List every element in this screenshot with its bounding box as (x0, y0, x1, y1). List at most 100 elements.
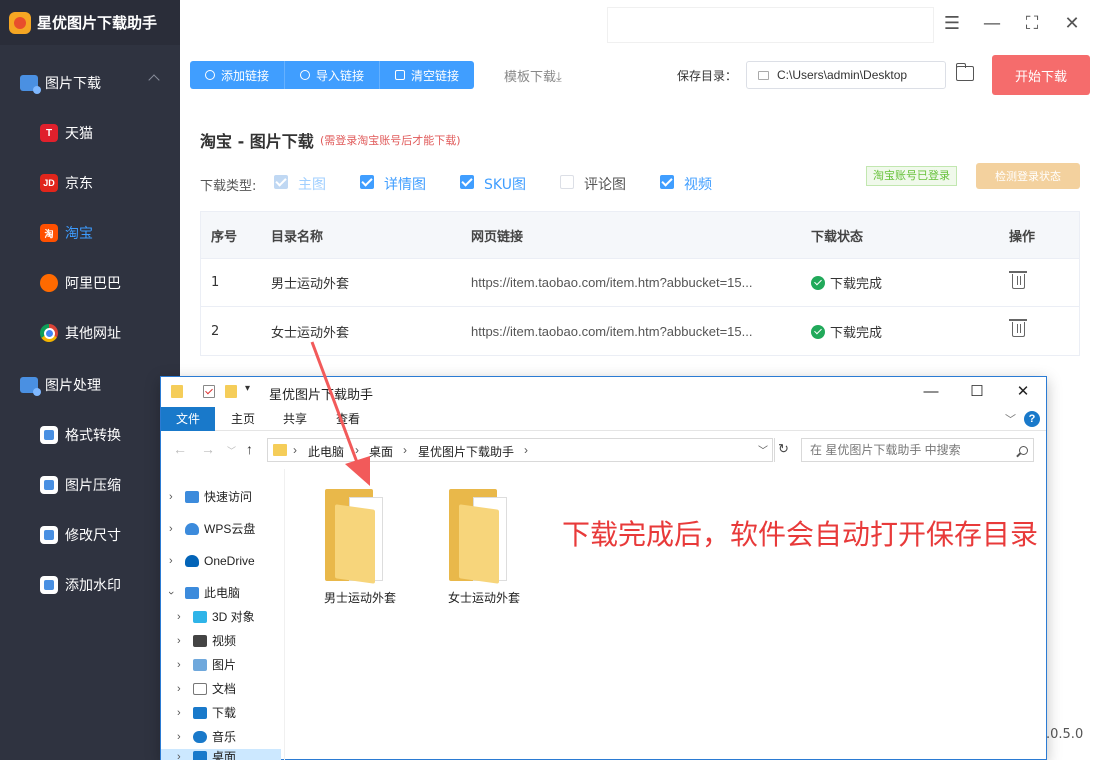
folder-outline-icon (758, 71, 769, 80)
expand-icon[interactable]: › (169, 517, 173, 541)
nav-onedrive[interactable]: › OneDrive (169, 549, 255, 573)
folder-icon (171, 385, 183, 398)
expand-icon[interactable]: › (177, 605, 181, 629)
sidebar-item-watermark[interactable]: 添加水印 (0, 560, 180, 610)
checkbox-sku-image-label: SKU图 (484, 177, 526, 193)
breadcrumb-this-pc[interactable]: 此电脑 (308, 443, 344, 460)
start-download-button[interactable]: 开始下载 (992, 55, 1090, 95)
breadcrumb-desktop[interactable]: 桌面 (369, 443, 393, 460)
forward-arrow-icon[interactable]: → (201, 441, 215, 457)
settings-icon[interactable]: ☰ (941, 12, 963, 34)
sidebar-item-jd[interactable]: JD 京东 (0, 158, 180, 208)
tab-file[interactable]: 文件 (161, 407, 216, 431)
nav-downloads[interactable]: › 下载 (177, 701, 236, 725)
breadcrumb-current-folder[interactable]: 星优图片下载助手 (418, 443, 514, 460)
search-icon (1019, 446, 1028, 455)
customize-quick-access-icon[interactable]: ▾ (245, 383, 250, 394)
sidebar-item-taobao[interactable]: 淘 淘宝 (0, 208, 180, 258)
back-arrow-icon[interactable]: ← (173, 441, 187, 457)
expand-icon[interactable]: › (177, 629, 181, 653)
download-arrow-icon (193, 707, 207, 719)
new-folder-icon[interactable] (225, 385, 237, 398)
folder-icon (449, 489, 519, 584)
address-dropdown-icon[interactable]: ﹀ (758, 442, 768, 457)
nav-3d-objects[interactable]: › 3D 对象 (177, 605, 255, 629)
explorer-search-input[interactable]: 在 星优图片下载助手 中搜索 (801, 438, 1034, 462)
nav-this-pc[interactable]: › 此电脑 (165, 581, 241, 605)
header-name: 目录名称 (271, 229, 324, 245)
recent-locations-icon[interactable]: ﹀ (227, 444, 236, 457)
tab-home[interactable]: 主页 (216, 407, 270, 431)
cloud-upload-icon (300, 70, 311, 80)
nav-videos[interactable]: › 视频 (177, 629, 236, 653)
clear-link-button[interactable]: 清空链接 (380, 61, 475, 89)
open-folder-icon[interactable] (955, 63, 974, 81)
sidebar-item-tmall[interactable]: T 天猫 (0, 108, 180, 158)
checkbox-sku-image[interactable] (460, 175, 474, 189)
collapse-icon[interactable]: › (159, 591, 183, 595)
sidebar-group-label: 图片下载 (45, 76, 101, 92)
login-required-note: (需登录淘宝账号后才能下载) (320, 134, 461, 147)
nav-label: 图片 (212, 658, 237, 672)
folder-item-womens-jacket[interactable]: 女士运动外套 (439, 489, 529, 606)
template-download-link[interactable]: 模板下载⤓ (504, 66, 562, 85)
nav-desktop[interactable]: › 桌面 (177, 745, 236, 760)
maximize-button[interactable]: ⛶ (1021, 12, 1043, 34)
sidebar-item-format-convert[interactable]: 格式转换 (0, 410, 180, 460)
taobao-icon: 淘 (40, 224, 58, 242)
nav-label: 此电脑 (204, 586, 241, 600)
sidebar-item-alibaba[interactable]: 阿里巴巴 (0, 258, 180, 308)
header-url: 网页链接 (471, 228, 524, 244)
sidebar-item-label: 图片压缩 (65, 478, 121, 494)
sidebar-item-other-sites[interactable]: 其他网址 (0, 308, 180, 358)
close-button[interactable]: ✕ (1061, 12, 1083, 34)
onedrive-icon (185, 555, 199, 567)
tab-view[interactable]: 查看 (321, 407, 375, 431)
expand-icon[interactable]: › (177, 653, 181, 677)
explorer-ribbon: 文件 主页 共享 查看 ﹀ ? (161, 407, 1046, 431)
delete-row-icon[interactable] (1009, 271, 1027, 289)
sidebar-item-label: 天猫 (65, 126, 93, 142)
properties-icon[interactable] (203, 385, 215, 398)
save-dir-input[interactable]: C:\Users\admin\Desktop (746, 61, 946, 89)
nav-quick-access[interactable]: › 快速访问 (169, 485, 252, 509)
ribbon-expand-icon[interactable]: ﹀ (1005, 411, 1016, 427)
sidebar-item-resize[interactable]: 修改尺寸 (0, 510, 180, 560)
expand-icon[interactable]: › (177, 745, 181, 760)
checkbox-video[interactable] (660, 175, 674, 189)
row-status: 下载完成 (811, 322, 882, 341)
help-icon[interactable]: ? (1024, 411, 1040, 427)
sidebar-group-image-download[interactable]: 图片下载 (0, 58, 180, 108)
table-row: 2 女士运动外套 https://item.taobao.com/item.ht… (201, 307, 1079, 355)
refresh-icon[interactable]: ↻ (774, 438, 792, 462)
expand-icon[interactable]: › (169, 549, 173, 573)
explorer-maximize-button[interactable]: ☐ (966, 381, 988, 401)
up-arrow-icon[interactable]: ↑ (246, 441, 253, 457)
explorer-title: 星优图片下载助手 (269, 387, 374, 402)
folder-item-mens-jacket[interactable]: 男士运动外套 (315, 489, 405, 606)
nav-wps-cloud[interactable]: › WPS云盘 (169, 517, 255, 541)
expand-icon[interactable]: › (169, 485, 173, 509)
checkbox-main-image[interactable] (274, 175, 288, 189)
sidebar-item-compress[interactable]: 图片压缩 (0, 460, 180, 510)
nav-documents[interactable]: › 文档 (177, 677, 236, 701)
check-login-button[interactable]: 检测登录状态 (976, 163, 1080, 189)
expand-icon[interactable]: › (177, 701, 181, 725)
folder-icon (325, 489, 395, 584)
checkbox-detail-image[interactable] (360, 175, 374, 189)
address-bar[interactable]: › 此电脑 › 桌面 › 星优图片下载助手 › ﹀ ↻ (267, 438, 789, 462)
add-link-button[interactable]: 添加链接 (190, 61, 286, 89)
sidebar-group-image-processing[interactable]: 图片处理 (0, 360, 180, 410)
checkbox-review-image[interactable] (560, 175, 574, 189)
page-title: 淘宝 - 图片下载 (200, 132, 314, 151)
checkbox-main-image-label: 主图 (298, 177, 326, 193)
delete-row-icon[interactable] (1009, 319, 1027, 337)
nav-pictures[interactable]: › 图片 (177, 653, 237, 677)
explorer-close-button[interactable]: ✕ (1012, 381, 1034, 401)
minimize-button[interactable]: — (981, 12, 1003, 34)
expand-icon[interactable]: › (177, 677, 181, 701)
tab-share[interactable]: 共享 (268, 407, 322, 431)
import-link-button[interactable]: 导入链接 (285, 61, 381, 89)
explorer-minimize-button[interactable]: — (920, 381, 942, 401)
nav-label: 音乐 (212, 730, 237, 744)
